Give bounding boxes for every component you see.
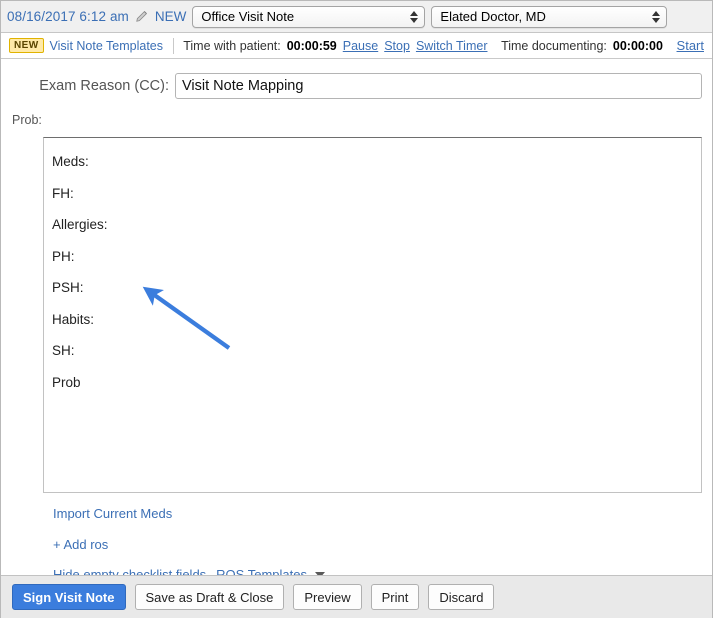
checklist-item-ph[interactable]: PH: (52, 241, 691, 273)
add-ros-row: + Add ros (53, 536, 712, 554)
action-button-bar: Sign Visit Note Save as Draft & Close Pr… (1, 575, 712, 618)
visit-note-page: 08/16/2017 6:12 am NEW Office Visit Note… (0, 0, 713, 618)
checklist-item-allergies[interactable]: Allergies: (52, 209, 691, 241)
time-documenting-value: 00:00:00 (612, 38, 663, 53)
note-type-select-value: Office Visit Note (201, 9, 295, 24)
time-with-patient-label: Time with patient: (183, 38, 281, 53)
checklist-item-meds[interactable]: Meds: (52, 146, 691, 178)
note-body: Exam Reason (CC): Prob: Meds: FH: Allerg… (1, 59, 712, 582)
new-note-label: NEW (154, 9, 187, 24)
note-action-links: Import Current Meds + Add ros Hide empty… (1, 493, 712, 582)
save-as-draft-close-button[interactable]: Save as Draft & Close (134, 584, 285, 610)
preview-button[interactable]: Preview (293, 584, 362, 610)
checklist-item-psh[interactable]: PSH: (52, 272, 691, 304)
visit-date-label[interactable]: 08/16/2017 6:12 am (7, 9, 129, 24)
stop-timer-link[interactable]: Stop (384, 39, 410, 53)
checklist-item-habits[interactable]: Habits: (52, 304, 691, 336)
checklist-item-fh[interactable]: FH: (52, 178, 691, 210)
checklist-item-sh[interactable]: SH: (52, 335, 691, 367)
provider-select[interactable]: Elated Doctor, MD (431, 5, 668, 28)
select-stepper-icon (652, 10, 661, 23)
print-button[interactable]: Print (370, 584, 420, 610)
exam-reason-input[interactable] (175, 73, 702, 99)
visit-note-templates-link[interactable]: Visit Note Templates (50, 39, 163, 53)
import-current-meds-row: Import Current Meds (53, 505, 712, 523)
sign-visit-note-button[interactable]: Sign Visit Note (12, 584, 126, 610)
exam-reason-label: Exam Reason (CC): (39, 78, 169, 94)
new-badge: NEW (9, 38, 44, 53)
note-type-select[interactable]: Office Visit Note (192, 5, 426, 28)
templates-timer-bar: NEW Visit Note Templates Time with patie… (1, 33, 712, 59)
pause-timer-link[interactable]: Pause (343, 39, 378, 53)
timer-controls: Pause Stop Switch Timer (343, 39, 488, 53)
time-with-patient-value: 00:00:59 (286, 38, 337, 53)
switch-timer-link[interactable]: Switch Timer (416, 39, 488, 53)
time-documenting-label: Time documenting: (501, 38, 607, 53)
prob-label: Prob: (12, 113, 42, 127)
add-ros-link[interactable]: + Add ros (53, 537, 108, 552)
import-current-meds-link[interactable]: Import Current Meds (53, 506, 172, 521)
provider-select-value: Elated Doctor, MD (440, 9, 546, 24)
discard-button[interactable]: Discard (428, 584, 495, 610)
checklist-panel[interactable]: Meds: FH: Allergies: PH: PSH: Habits: SH… (43, 137, 702, 493)
checklist-item-prob[interactable]: Prob (52, 367, 691, 399)
select-stepper-icon (410, 10, 419, 23)
exam-reason-row: Exam Reason (CC): (1, 59, 712, 99)
start-documenting-link[interactable]: Start (677, 38, 704, 53)
pencil-icon[interactable] (135, 10, 149, 24)
top-toolbar: 08/16/2017 6:12 am NEW Office Visit Note… (1, 1, 712, 33)
